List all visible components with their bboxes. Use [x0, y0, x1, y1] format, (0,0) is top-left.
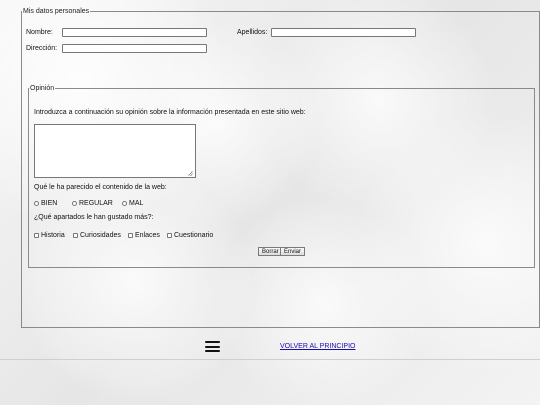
menu-bar — [205, 345, 220, 348]
section-label: Enlaces — [135, 232, 160, 239]
back-to-top-link[interactable]: VOLVER AL PRINCIPIO — [280, 343, 355, 350]
radio-icon[interactable] — [122, 201, 127, 206]
rating-label: BIEN — [41, 200, 58, 207]
checkbox-icon[interactable] — [34, 233, 39, 238]
opinion-legend: Opinión — [30, 85, 55, 92]
apellidos-input[interactable] — [271, 28, 416, 37]
personal-data-legend: Mis datos personales — [23, 8, 90, 15]
section-label: Cuestionario — [174, 232, 214, 239]
section-label: Historia — [41, 232, 65, 239]
checkbox-icon[interactable] — [167, 233, 172, 238]
rating-option-regular[interactable]: REGULAR — [72, 200, 113, 207]
nombre-input[interactable] — [62, 28, 207, 37]
nombre-label: Nombre: — [26, 29, 53, 36]
rating-label: MAL — [129, 200, 144, 207]
resize-grip-icon[interactable] — [188, 171, 193, 176]
checkbox-icon[interactable] — [128, 233, 133, 238]
hamburger-menu-icon[interactable] — [205, 341, 220, 352]
direccion-label: Dirección: — [26, 45, 58, 52]
apellidos-label: Apellidos: — [237, 29, 268, 36]
section-option-enlaces[interactable]: Enlaces — [128, 232, 160, 239]
opinion-textarea[interactable] — [34, 124, 196, 178]
submit-button[interactable]: Enviar — [280, 247, 306, 256]
menu-bar — [205, 350, 220, 352]
opinion-intro-text: Introduzca a continuación su opinión sob… — [34, 109, 306, 116]
menu-bar — [205, 341, 220, 343]
section-label: Curiosidades — [80, 232, 121, 239]
section-option-historia[interactable]: Historia — [34, 232, 65, 239]
rating-option-mal[interactable]: MAL — [122, 200, 143, 207]
section-option-curiosidades[interactable]: Curiosidades — [73, 232, 121, 239]
checkbox-icon[interactable] — [73, 233, 78, 238]
sections-question: ¿Qué apartados le han gustado más?: — [34, 214, 154, 221]
reset-button[interactable]: Borrar — [258, 247, 283, 256]
direccion-input[interactable] — [62, 44, 207, 53]
radio-icon[interactable] — [72, 201, 77, 206]
rating-option-bien[interactable]: BIEN — [34, 200, 57, 207]
radio-icon[interactable] — [34, 201, 39, 206]
rating-label: REGULAR — [79, 200, 113, 207]
content-question: Qué le ha parecido el contenido de la we… — [34, 184, 167, 191]
footer-divider — [0, 359, 540, 360]
page-content: Mis datos personales Nombre: Apellidos: … — [0, 0, 540, 405]
section-option-cuestionario[interactable]: Cuestionario — [167, 232, 213, 239]
